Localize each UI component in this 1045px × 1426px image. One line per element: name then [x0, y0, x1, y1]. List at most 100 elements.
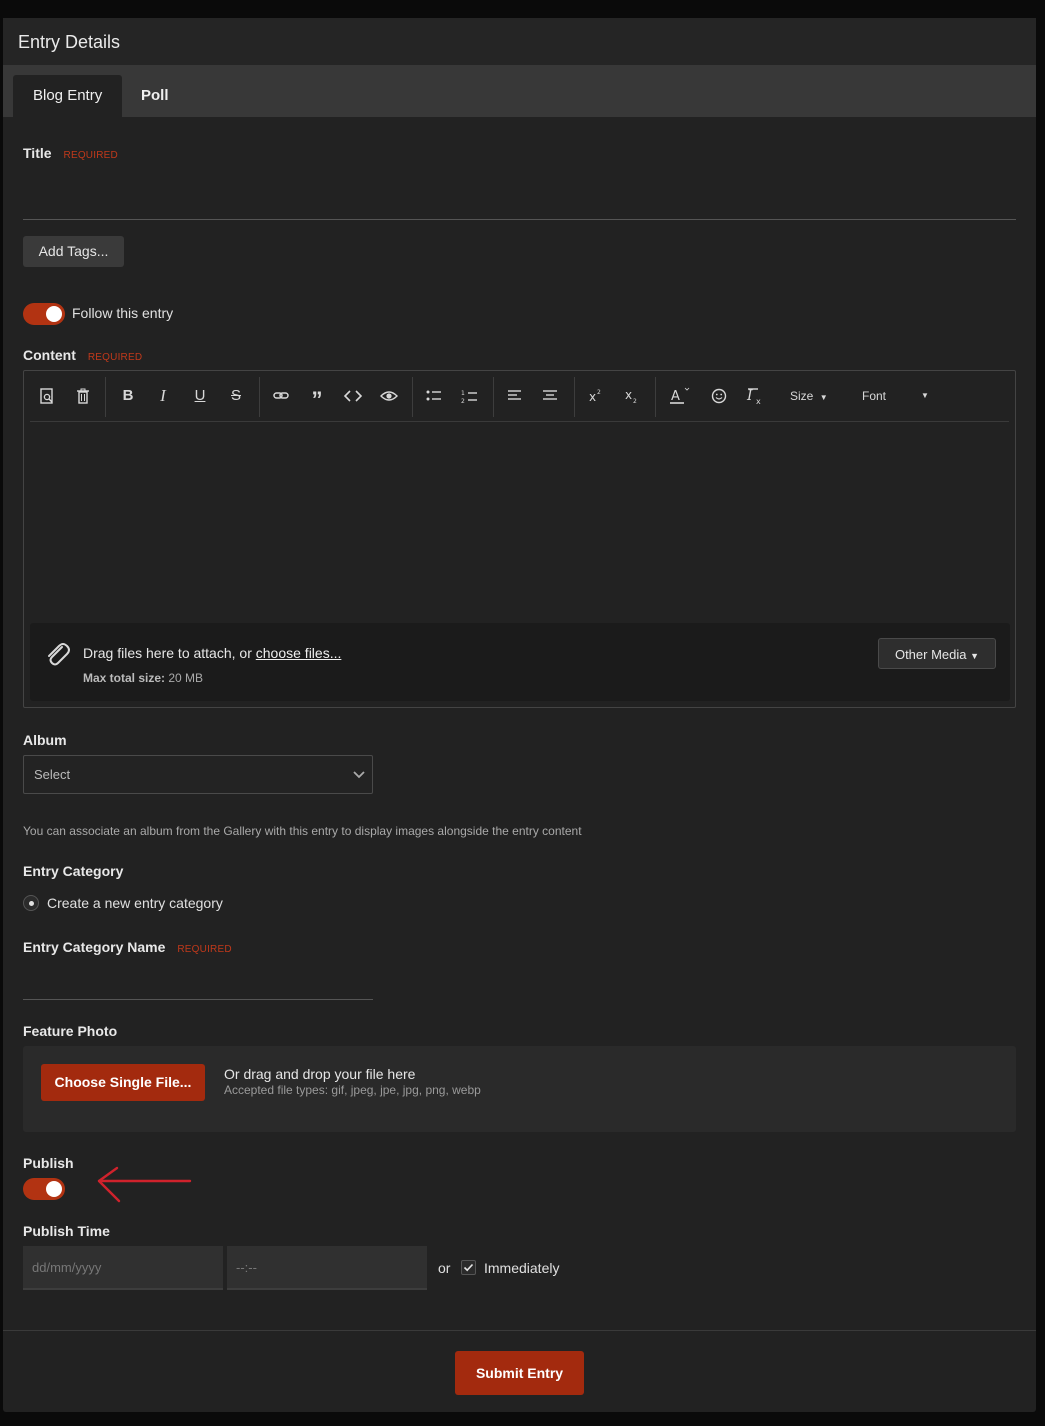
- new-category-label: Create a new entry category: [47, 895, 223, 911]
- quote-icon[interactable]: ”: [306, 383, 328, 412]
- accepted-file-types: Accepted file types: gif, jpeg, jpe, jpg…: [224, 1083, 481, 1097]
- annotation-arrow-icon: [95, 1166, 195, 1206]
- paperclip-icon: [42, 637, 72, 667]
- publish-time-input[interactable]: --:--: [227, 1246, 427, 1290]
- footer-divider: [3, 1330, 1036, 1331]
- eye-icon[interactable]: [378, 383, 400, 409]
- follow-label: Follow this entry: [72, 305, 174, 321]
- submit-entry-button[interactable]: Submit Entry: [455, 1351, 584, 1395]
- chevron-down-icon: [352, 768, 366, 782]
- toolbar-divider: [412, 377, 413, 417]
- clear-format-icon[interactable]: Ix: [744, 383, 766, 409]
- svg-text:1: 1: [461, 390, 465, 397]
- immediately-label: Immediately: [484, 1260, 560, 1276]
- or-text: or: [438, 1260, 451, 1276]
- text-color-icon[interactable]: A: [667, 383, 691, 409]
- tab-bar: Blog Entry Poll: [3, 65, 1036, 117]
- immediately-checkbox[interactable]: [461, 1260, 476, 1275]
- follow-toggle[interactable]: [23, 303, 65, 325]
- toolbar-divider: [574, 377, 575, 417]
- album-select[interactable]: Select: [23, 755, 373, 794]
- font-family-label: Font: [862, 389, 887, 403]
- publish-time-label: Publish Time: [23, 1223, 110, 1239]
- album-help-text: You can associate an album from the Gall…: [23, 824, 582, 838]
- align-left-icon[interactable]: [504, 383, 526, 409]
- bullet-list-icon[interactable]: [423, 383, 445, 409]
- toolbar-divider: [259, 377, 260, 417]
- editor-body[interactable]: [30, 423, 1010, 619]
- toolbar-divider: [493, 377, 494, 417]
- page-title: Entry Details: [18, 32, 121, 52]
- check-icon: [463, 1263, 474, 1272]
- editor-toolbar: B I U S ” 12 x 2 x 2 A I x Size ▼ Font ▼: [24, 371, 1015, 421]
- category-name-label-text: Entry Category Name: [23, 939, 166, 955]
- link-icon[interactable]: [270, 383, 292, 409]
- choose-single-file-button[interactable]: Choose Single File...: [41, 1064, 205, 1101]
- svg-text:x: x: [756, 397, 761, 406]
- content-required-badge: REQUIRED: [87, 352, 143, 363]
- source-icon[interactable]: [36, 383, 58, 409]
- svg-text:2: 2: [597, 389, 601, 396]
- attach-prefix: Drag files here to attach, or: [83, 645, 256, 661]
- font-size-dropdown[interactable]: Size ▼: [790, 383, 836, 409]
- entry-category-label: Entry Category: [23, 863, 124, 879]
- album-select-value: Select: [34, 767, 71, 782]
- tab-poll[interactable]: Poll: [121, 75, 189, 117]
- content-editor: B I U S ” 12 x 2 x 2 A I x Size ▼ Font ▼…: [23, 370, 1016, 708]
- svg-text:x: x: [589, 390, 596, 404]
- other-media-label: Other Media: [894, 647, 967, 662]
- add-tags-button[interactable]: Add Tags...: [23, 236, 124, 267]
- svg-text:2: 2: [461, 398, 465, 405]
- attachment-dropzone[interactable]: Drag files here to attach, or choose fil…: [30, 623, 1010, 701]
- content-label: Content REQUIRED: [23, 347, 142, 363]
- title-label-text: Title: [23, 145, 52, 161]
- album-label: Album: [23, 732, 67, 748]
- feature-photo-dropzone[interactable]: Choose Single File... Or drag and drop y…: [23, 1046, 1016, 1132]
- font-family-dropdown[interactable]: Font ▼: [862, 383, 937, 409]
- max-size-text: Max total size: 20 MB: [83, 671, 203, 685]
- align-center-icon[interactable]: [539, 383, 561, 409]
- publish-label: Publish: [23, 1155, 74, 1171]
- feature-photo-label: Feature Photo: [23, 1023, 118, 1039]
- italic-icon[interactable]: I: [152, 383, 174, 409]
- toolbar-divider: [105, 377, 106, 417]
- panel-header: Entry Details: [3, 18, 1036, 65]
- title-input[interactable]: [23, 178, 1016, 220]
- subscript-icon[interactable]: x2: [621, 383, 643, 409]
- svg-text:x: x: [625, 388, 632, 402]
- category-name-input[interactable]: [23, 968, 373, 1000]
- category-name-required-badge: REQUIRED: [177, 944, 232, 955]
- publish-toggle[interactable]: [23, 1178, 65, 1200]
- strikethrough-icon[interactable]: S: [225, 383, 247, 409]
- title-label: Title REQUIRED: [23, 145, 118, 161]
- follow-toggle-knob: [46, 306, 62, 322]
- bold-icon[interactable]: B: [117, 383, 139, 409]
- svg-text:2: 2: [633, 398, 637, 405]
- other-media-caret-icon: ▼: [970, 651, 980, 661]
- entry-details-panel: Entry Details Blog Entry Poll Title REQUI…: [3, 18, 1036, 1412]
- choose-files-link[interactable]: choose files...: [256, 645, 342, 661]
- font-size-label: Size: [790, 389, 814, 403]
- publish-toggle-knob: [46, 1181, 62, 1197]
- max-size-value: 20 MB: [168, 671, 204, 685]
- size-caret-icon: ▼: [819, 393, 828, 402]
- toolbar-separator: [30, 421, 1009, 422]
- time-placeholder: --:--: [236, 1260, 257, 1275]
- feature-drag-text: Or drag and drop your file here: [224, 1066, 416, 1082]
- tab-blog-entry[interactable]: Blog Entry: [13, 75, 123, 117]
- code-icon[interactable]: [342, 383, 364, 409]
- svg-text:I: I: [746, 388, 753, 404]
- numbered-list-icon[interactable]: 12: [459, 383, 481, 409]
- other-media-button[interactable]: Other Media ▼: [878, 638, 996, 669]
- emoji-icon[interactable]: [708, 383, 730, 409]
- font-caret-icon: ▼: [921, 391, 929, 400]
- superscript-icon[interactable]: x2: [585, 383, 607, 409]
- trash-icon[interactable]: [72, 383, 94, 409]
- publish-date-input[interactable]: dd/mm/yyyy: [23, 1246, 223, 1290]
- svg-text:A: A: [671, 389, 680, 404]
- new-category-radio[interactable]: [23, 895, 39, 911]
- max-size-label: Max total size:: [83, 671, 166, 685]
- underline-icon[interactable]: U: [189, 383, 211, 409]
- attach-instructions: Drag files here to attach, or choose fil…: [83, 645, 341, 661]
- content-label-text: Content: [23, 347, 76, 363]
